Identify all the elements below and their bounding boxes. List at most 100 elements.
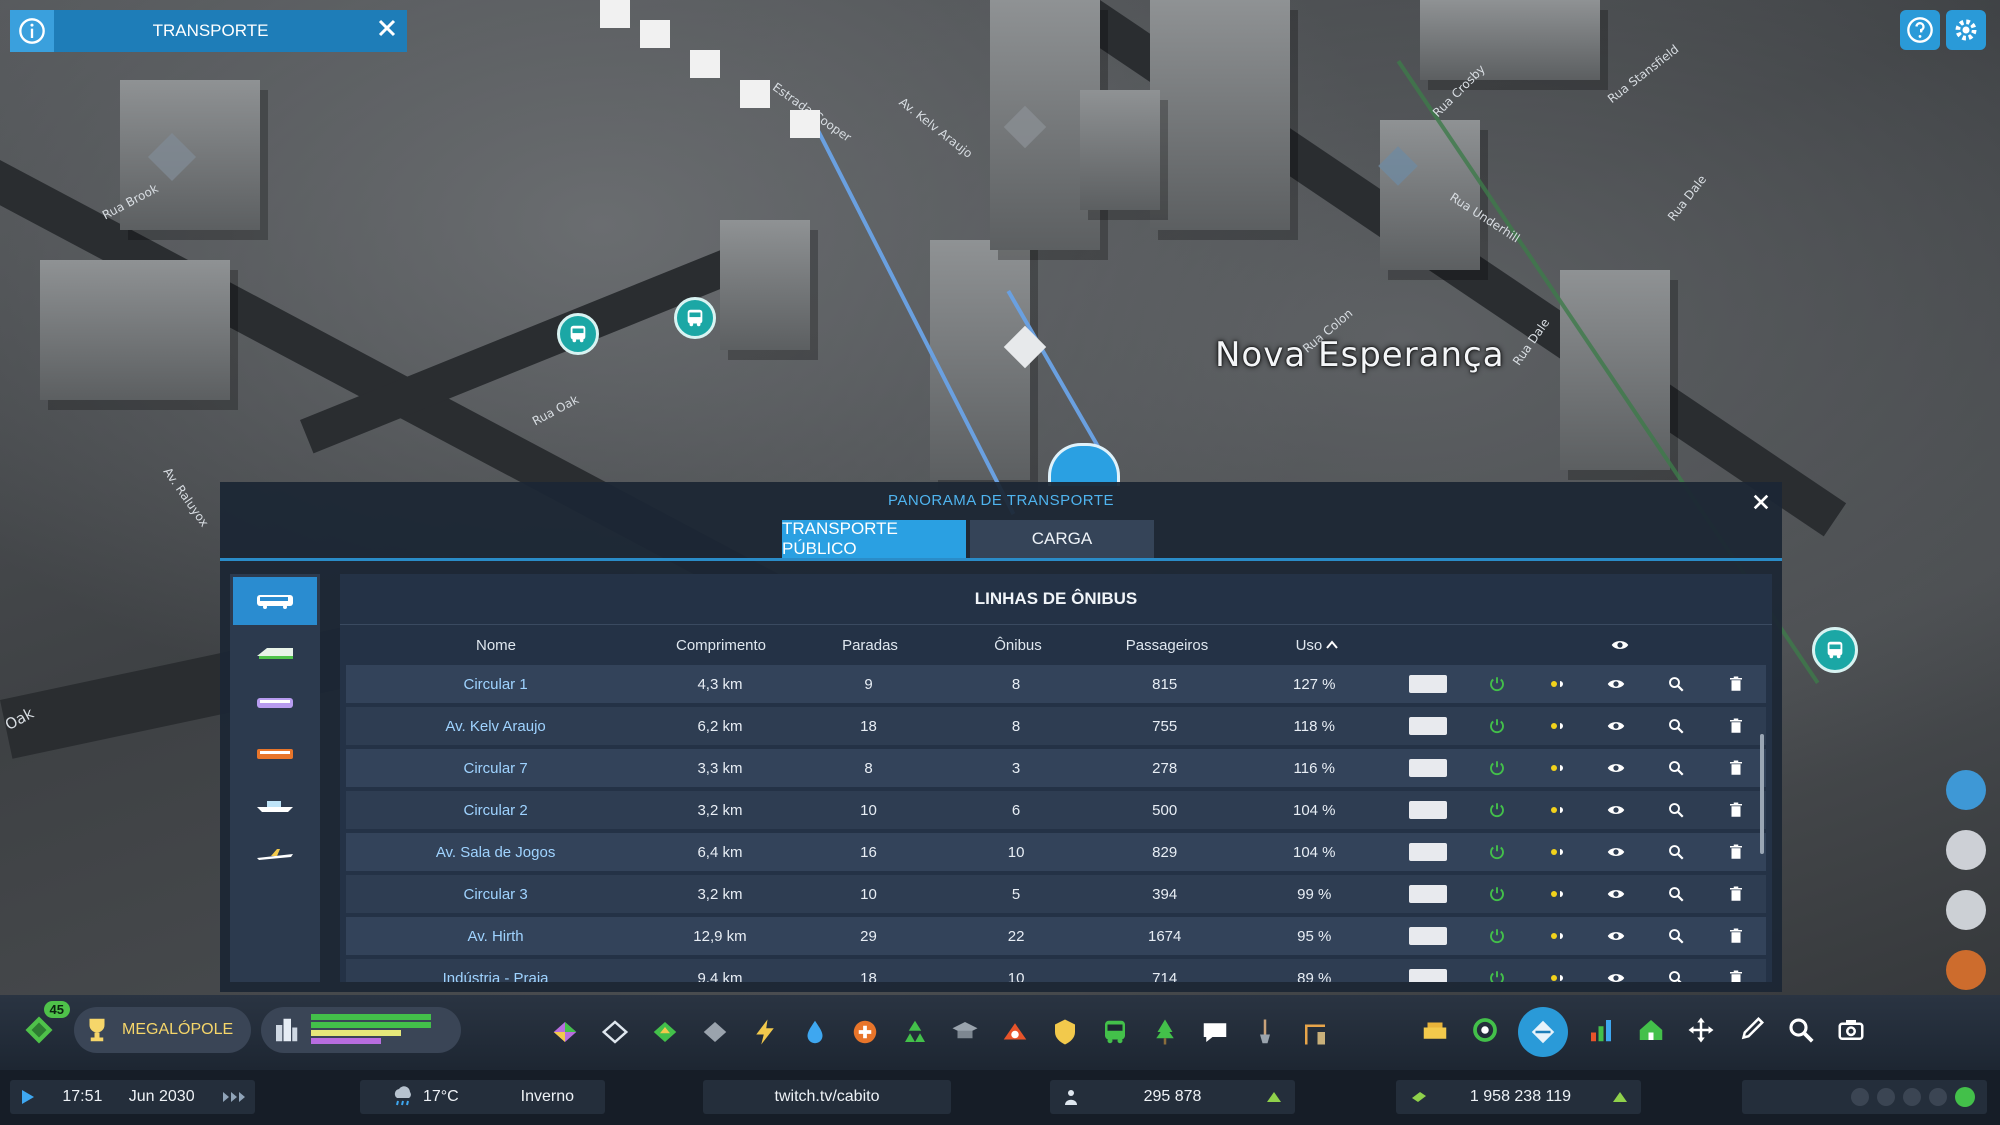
line-locate-button[interactable]	[1646, 843, 1706, 861]
line-visibility-toggle[interactable]	[1586, 927, 1646, 945]
col-buses[interactable]: Ônibus	[944, 637, 1092, 654]
sidebar-item-bus[interactable]	[233, 577, 317, 625]
police-tool[interactable]	[1040, 1009, 1090, 1055]
education-tool[interactable]	[940, 1009, 990, 1055]
line-active-toggle[interactable]	[1467, 843, 1527, 861]
bus-stop-marker[interactable]	[557, 313, 599, 355]
sidebar-item-subway[interactable]	[233, 679, 317, 727]
milestone-button[interactable]: MEGALÓPOLE	[74, 1007, 252, 1053]
table-row[interactable]: Circular 1 4,3 km 9 8 815 127 %	[346, 665, 1766, 703]
table-scrollbar[interactable]	[1760, 734, 1764, 854]
line-color-button[interactable]	[1389, 885, 1467, 903]
economy-tool[interactable]	[1460, 1007, 1510, 1053]
tab-public-transport[interactable]: TRANSPORTE PÚBLICO	[782, 519, 966, 558]
station-markers[interactable]	[580, 0, 850, 140]
budget-tool[interactable]	[1410, 1007, 1460, 1053]
city-services-tool[interactable]	[1626, 1007, 1676, 1053]
settings-button[interactable]	[1946, 10, 1986, 50]
table-row[interactable]: Circular 3 3,2 km 10 5 394 99 %	[346, 875, 1766, 913]
photo-mode-tool[interactable]	[1826, 1007, 1876, 1053]
water-tool[interactable]	[790, 1009, 840, 1055]
move-tool[interactable]	[1676, 1007, 1726, 1053]
line-locate-button[interactable]	[1646, 927, 1706, 945]
fast-forward-icon[interactable]	[221, 1090, 247, 1104]
table-row[interactable]: Av. Kelv Araujo 6,2 km 18 8 755 118 %	[346, 707, 1766, 745]
line-delete-button[interactable]	[1706, 717, 1766, 735]
line-locate-button[interactable]	[1646, 969, 1706, 982]
table-row[interactable]: Av. Hirth 12,9 km 29 22 1674 95 %	[346, 917, 1766, 955]
col-stops[interactable]: Paradas	[796, 637, 944, 654]
line-visibility-toggle[interactable]	[1586, 759, 1646, 777]
garbage-tool[interactable]	[890, 1009, 940, 1055]
line-locate-button[interactable]	[1646, 801, 1706, 819]
line-color-button[interactable]	[1389, 969, 1467, 982]
col-passengers[interactable]: Passageiros	[1092, 637, 1242, 654]
line-delete-button[interactable]	[1706, 801, 1766, 819]
sidebar-item-tram[interactable]	[233, 628, 317, 676]
line-schedule-toggle[interactable]	[1527, 969, 1587, 982]
line-active-toggle[interactable]	[1467, 759, 1527, 777]
bus-stop-marker[interactable]	[1812, 627, 1858, 673]
parks-tool[interactable]	[1140, 1009, 1190, 1055]
line-schedule-toggle[interactable]	[1527, 717, 1587, 735]
line-color-button[interactable]	[1389, 717, 1467, 735]
electricity-tool[interactable]	[740, 1009, 790, 1055]
line-locate-button[interactable]	[1646, 717, 1706, 735]
table-row[interactable]: Circular 7 3,3 km 8 3 278 116 %	[346, 749, 1766, 787]
col-usage[interactable]: Uso	[1242, 637, 1392, 654]
line-schedule-toggle[interactable]	[1527, 801, 1587, 819]
search-tool[interactable]	[1776, 1007, 1826, 1053]
bus-stop-marker[interactable]	[674, 297, 716, 339]
happiness-display[interactable]	[1742, 1080, 1987, 1114]
line-locate-button[interactable]	[1646, 759, 1706, 777]
sidebar-item-train[interactable]	[233, 730, 317, 778]
line-locate-button[interactable]	[1646, 675, 1706, 693]
line-visibility-toggle[interactable]	[1586, 885, 1646, 903]
tab-cargo[interactable]: CARGA	[970, 520, 1154, 558]
help-button[interactable]	[1900, 10, 1940, 50]
table-row[interactable]: Circular 2 3,2 km 10 6 500 104 %	[346, 791, 1766, 829]
line-schedule-toggle[interactable]	[1527, 843, 1587, 861]
money-display[interactable]: 1 958 238 119	[1396, 1080, 1641, 1114]
col-length[interactable]: Comprimento	[646, 637, 796, 654]
line-color-button[interactable]	[1389, 759, 1467, 777]
population-display[interactable]: 295 878	[1050, 1080, 1295, 1114]
progression-button[interactable]: 45	[14, 1001, 70, 1055]
bus-depot-marker[interactable]	[1048, 443, 1120, 486]
landscaping-tool[interactable]	[640, 1009, 690, 1055]
signature-tool[interactable]	[1290, 1009, 1340, 1055]
toggle-all-visibility-button[interactable]	[1590, 636, 1650, 654]
line-active-toggle[interactable]	[1467, 927, 1527, 945]
transport-overview-tool[interactable]	[1518, 1007, 1568, 1057]
sidebar-item-ship[interactable]	[233, 781, 317, 829]
picker-tool[interactable]	[1726, 1007, 1776, 1053]
area-tool[interactable]	[590, 1009, 640, 1055]
transport-tool[interactable]	[1090, 1009, 1140, 1055]
table-row[interactable]: Indústria - Praia 9,4 km 18 10 714 89 %	[346, 959, 1766, 982]
healthcare-tool[interactable]	[840, 1009, 890, 1055]
line-active-toggle[interactable]	[1467, 801, 1527, 819]
zoning-tool[interactable]	[540, 1009, 590, 1055]
line-active-toggle[interactable]	[1467, 717, 1527, 735]
line-delete-button[interactable]	[1706, 843, 1766, 861]
citizens-button[interactable]	[1946, 830, 1986, 870]
roads-tool[interactable]	[690, 1009, 740, 1055]
line-visibility-toggle[interactable]	[1586, 843, 1646, 861]
play-icon[interactable]	[18, 1088, 36, 1106]
line-color-button[interactable]	[1389, 801, 1467, 819]
line-color-button[interactable]	[1389, 675, 1467, 693]
line-delete-button[interactable]	[1706, 927, 1766, 945]
communications-tool[interactable]	[1190, 1009, 1240, 1055]
close-button[interactable]	[367, 17, 407, 45]
line-visibility-toggle[interactable]	[1586, 969, 1646, 982]
line-schedule-toggle[interactable]	[1527, 759, 1587, 777]
line-schedule-toggle[interactable]	[1527, 675, 1587, 693]
line-visibility-toggle[interactable]	[1586, 717, 1646, 735]
sidebar-item-airplane[interactable]	[233, 832, 317, 880]
line-visibility-toggle[interactable]	[1586, 675, 1646, 693]
line-delete-button[interactable]	[1706, 969, 1766, 982]
line-color-button[interactable]	[1389, 843, 1467, 861]
line-schedule-toggle[interactable]	[1527, 885, 1587, 903]
line-delete-button[interactable]	[1706, 759, 1766, 777]
fire-tool[interactable]	[990, 1009, 1040, 1055]
